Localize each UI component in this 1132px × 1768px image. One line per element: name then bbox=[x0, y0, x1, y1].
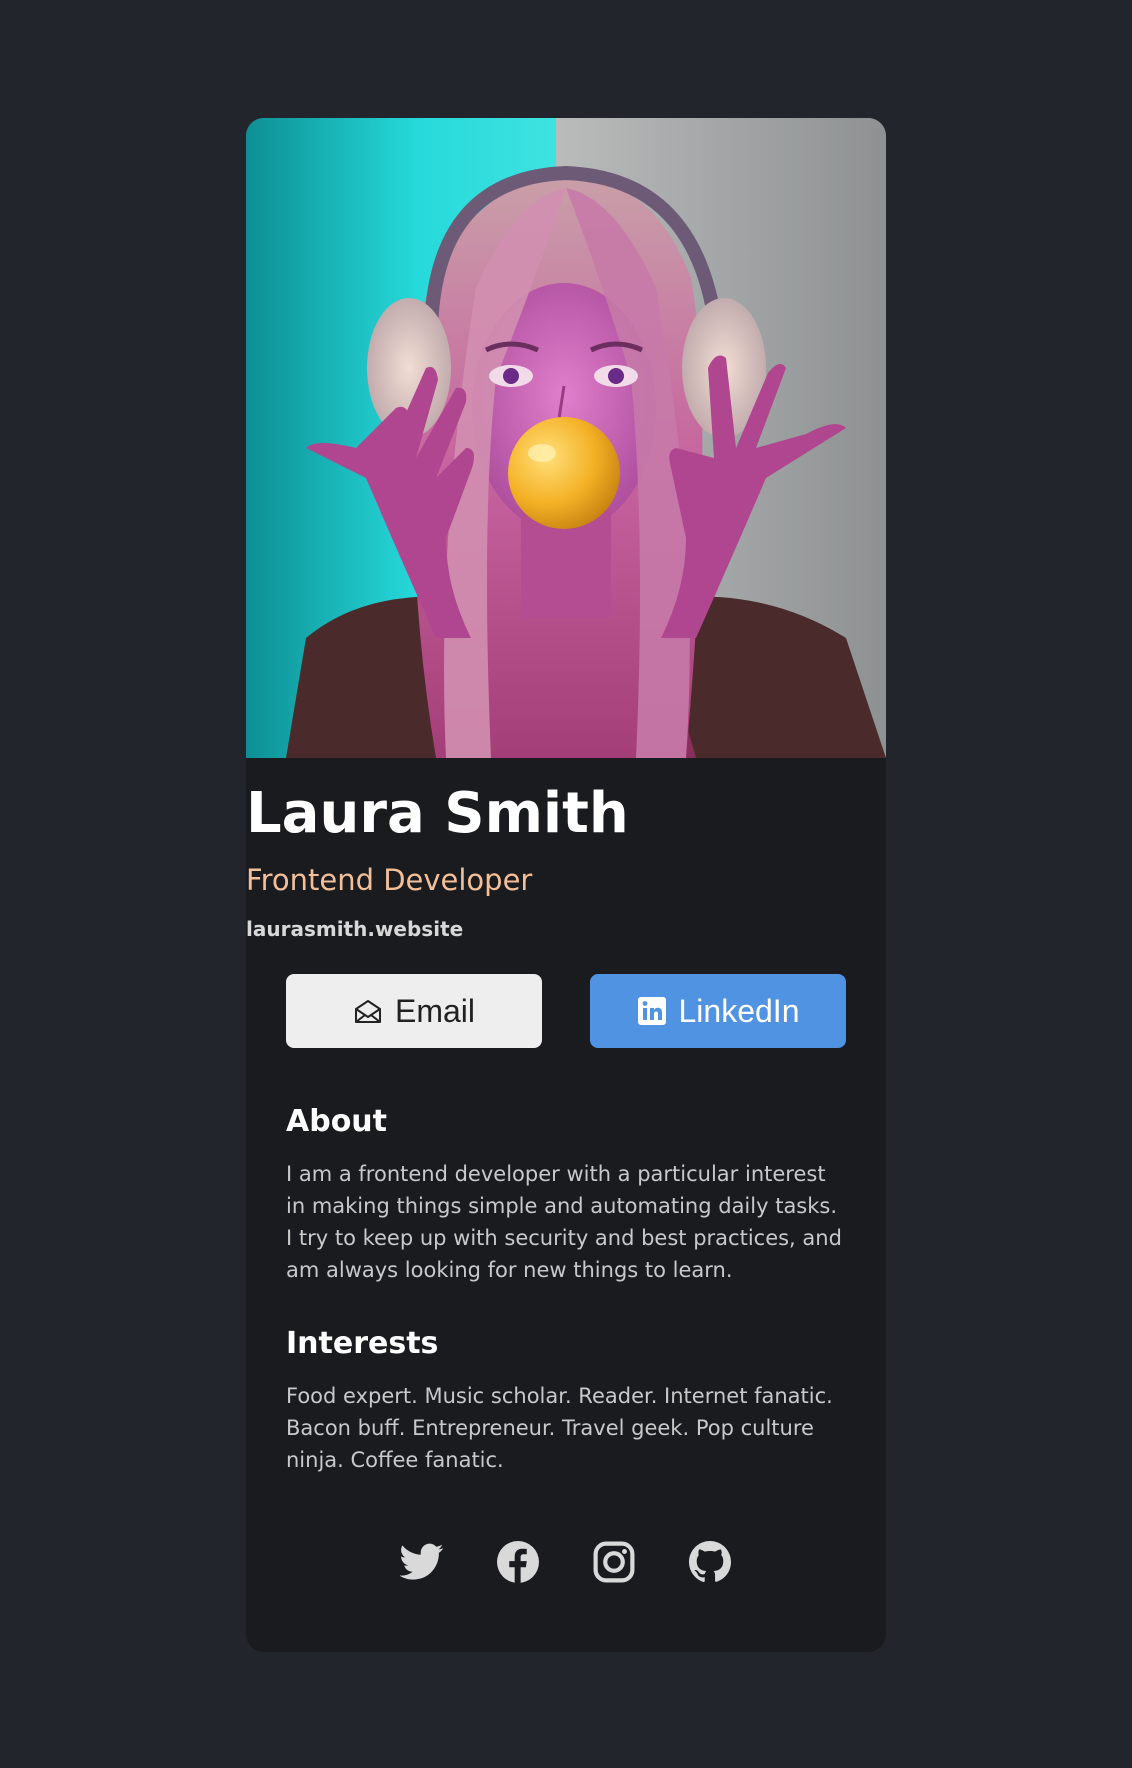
github-icon bbox=[689, 1540, 731, 1588]
social-links bbox=[246, 1540, 886, 1590]
profile-card: Laura Smith Frontend Developer laurasmit… bbox=[246, 118, 886, 1652]
about-heading: About bbox=[286, 1104, 388, 1139]
twitter-icon bbox=[399, 1543, 444, 1586]
linkedin-button-label: LinkedIn bbox=[678, 992, 800, 1029]
linkedin-button[interactable]: LinkedIn bbox=[590, 974, 846, 1048]
profile-name: Laura Smith bbox=[246, 781, 629, 846]
profile-role: Frontend Developer bbox=[246, 863, 533, 897]
email-button-label: Email bbox=[394, 992, 475, 1029]
facebook-link[interactable] bbox=[496, 1540, 540, 1588]
instagram-icon bbox=[593, 1541, 635, 1588]
about-text: I am a frontend developer with a particu… bbox=[286, 1162, 842, 1282]
instagram-link[interactable] bbox=[592, 1541, 636, 1588]
linkedin-icon bbox=[637, 996, 667, 1026]
profile-website-link[interactable]: laurasmith.website bbox=[246, 916, 886, 942]
twitter-link[interactable] bbox=[399, 1542, 444, 1586]
interests-heading: Interests bbox=[286, 1326, 439, 1361]
email-button[interactable]: Email bbox=[286, 974, 542, 1048]
facebook-icon bbox=[497, 1540, 539, 1588]
envelope-icon bbox=[353, 996, 383, 1026]
interests-text: Food expert. Music scholar. Reader. Inte… bbox=[286, 1384, 833, 1472]
profile-photo bbox=[246, 118, 886, 758]
github-link[interactable] bbox=[688, 1540, 732, 1588]
